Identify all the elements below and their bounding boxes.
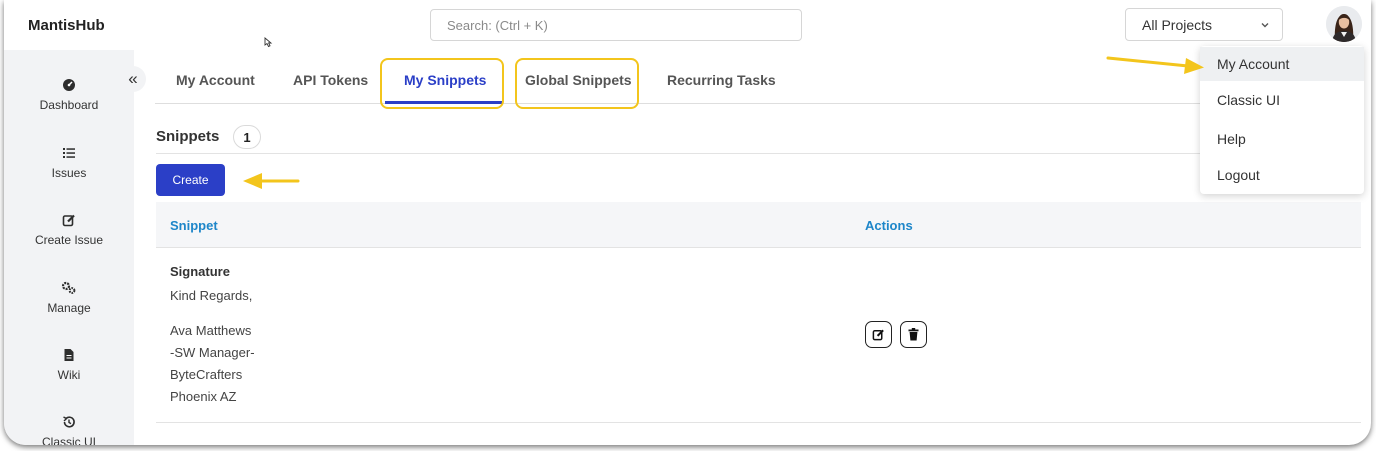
sidebar-item-label: Create Issue — [34, 233, 104, 247]
dashboard-icon — [63, 79, 75, 91]
sidebar: Dashboard Issues Create Issue Manage Wik… — [4, 50, 134, 445]
list-icon — [63, 148, 75, 158]
menu-item-logout[interactable]: Logout — [1200, 158, 1364, 192]
menu-item-classic-ui[interactable]: Classic UI — [1200, 83, 1364, 117]
chevron-down-icon — [1261, 22, 1269, 27]
menu-item-my-account[interactable]: My Account — [1200, 47, 1364, 81]
divider — [156, 422, 1361, 423]
delete-snippet-button[interactable] — [900, 321, 927, 348]
brand-logo[interactable]: MantisHub — [28, 17, 105, 34]
highlight-box-my-snippets — [380, 58, 504, 109]
tab-recurring-tasks[interactable]: Recurring Tasks — [667, 72, 776, 88]
sidebar-item-wiki[interactable]: Wiki — [4, 346, 134, 382]
project-select-value: All Projects — [1142, 16, 1213, 33]
sidebar-item-label: Dashboard — [39, 98, 99, 112]
section-title: Snippets — [156, 128, 220, 145]
sidebar-collapse-button[interactable]: « — [120, 66, 146, 92]
snippet-text-line: ByteCrafters — [170, 367, 243, 382]
search-input[interactable] — [430, 9, 802, 41]
column-header-snippet[interactable]: Snippet — [170, 218, 218, 233]
user-avatar[interactable] — [1326, 6, 1362, 42]
sidebar-item-dashboard[interactable]: Dashboard — [4, 76, 134, 112]
edit-icon — [62, 214, 75, 227]
app-window: MantisHub All Projects Dashboard — [4, 0, 1371, 445]
edit-snippet-button[interactable] — [865, 321, 892, 348]
snippet-text-line: -SW Manager- — [170, 345, 255, 360]
tab-my-account[interactable]: My Account — [176, 72, 255, 88]
table-header: Snippet Actions — [156, 202, 1361, 248]
edit-icon — [872, 329, 884, 341]
tab-api-tokens[interactable]: API Tokens — [293, 72, 368, 88]
sidebar-item-issues[interactable]: Issues — [4, 144, 134, 180]
mouse-cursor-icon — [264, 37, 273, 48]
snippet-text-line: Ava Matthews — [170, 323, 252, 338]
history-icon — [63, 416, 75, 428]
sidebar-item-create-issue[interactable]: Create Issue — [4, 211, 134, 247]
account-tabs: My Account API Tokens My Snippets Global… — [155, 58, 1205, 104]
trash-icon — [908, 328, 919, 341]
highlight-box-global-snippets — [515, 58, 639, 109]
gears-icon — [61, 281, 76, 294]
sidebar-item-manage[interactable]: Manage — [4, 279, 134, 315]
file-icon — [64, 349, 74, 361]
annotation-arrow-icon — [243, 173, 300, 189]
menu-item-help[interactable]: Help — [1200, 122, 1364, 156]
create-button[interactable]: Create — [156, 164, 225, 196]
project-select[interactable]: All Projects — [1125, 8, 1283, 41]
sidebar-item-label: Manage — [47, 301, 91, 315]
snippet-text-line: Phoenix AZ — [170, 389, 237, 404]
snippet-text-line: Kind Regards, — [170, 288, 253, 303]
column-header-actions: Actions — [865, 218, 913, 233]
sidebar-item-label: Classic UI — [41, 435, 96, 445]
snippet-count-badge: 1 — [233, 125, 261, 149]
user-menu-dropdown: My Account Classic UI Help Logout — [1200, 46, 1364, 194]
divider — [156, 153, 1361, 154]
snippet-name: Signature — [170, 264, 230, 279]
sidebar-item-classic-ui[interactable]: Classic UI — [4, 413, 134, 445]
sidebar-item-label: Issues — [51, 166, 87, 180]
sidebar-item-label: Wiki — [57, 368, 81, 382]
annotation-arrow-icon — [1106, 56, 1204, 74]
